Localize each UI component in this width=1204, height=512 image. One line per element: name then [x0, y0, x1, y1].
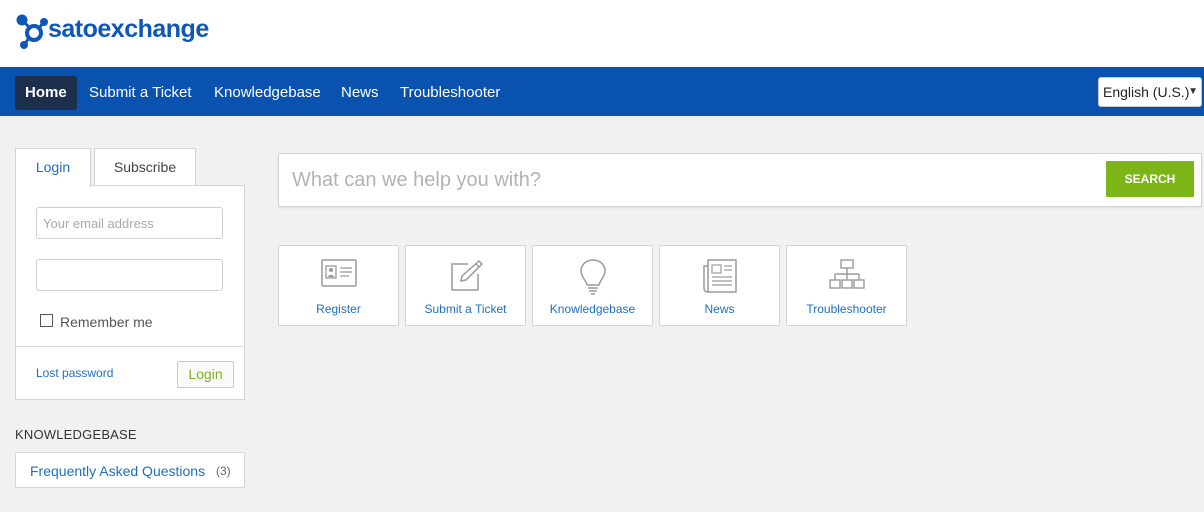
edit-icon — [450, 259, 483, 291]
divider — [16, 346, 244, 347]
lost-password-link[interactable]: Lost password — [36, 366, 113, 380]
nav-submit-ticket[interactable]: Submit a Ticket — [79, 76, 202, 110]
tile-knowledgebase-label: Knowledgebase — [549, 302, 636, 316]
main-navbar: Home Submit a Ticket Knowledgebase News … — [0, 67, 1204, 116]
nav-troubleshooter[interactable]: Troubleshooter — [390, 76, 510, 110]
tab-login[interactable]: Login — [15, 148, 91, 187]
nav-knowledgebase[interactable]: Knowledgebase — [204, 76, 331, 110]
tile-submit-ticket[interactable]: Submit a Ticket — [405, 245, 526, 326]
password-field[interactable] — [36, 259, 223, 291]
nav-home[interactable]: Home — [15, 76, 77, 110]
email-field[interactable] — [36, 207, 223, 239]
tile-news-label: News — [704, 302, 735, 316]
login-button[interactable]: Login — [177, 361, 234, 388]
list-item[interactable]: Frequently Asked Questions (3) — [15, 452, 245, 488]
nav-news[interactable]: News — [331, 76, 389, 110]
lightbulb-icon — [579, 259, 606, 295]
tile-submit-ticket-label: Submit a Ticket — [424, 302, 507, 316]
remember-me-checkbox[interactable] — [40, 313, 53, 327]
id-card-icon — [320, 259, 357, 287]
tile-troubleshooter-label: Troubleshooter — [806, 302, 887, 316]
kb-item-count: (3) — [216, 464, 231, 478]
tile-register[interactable]: Register — [278, 245, 399, 326]
brand-logo[interactable]: satoexchange — [14, 12, 209, 52]
logo-text: satoexchange — [48, 14, 209, 43]
page-header: satoexchange — [0, 0, 1204, 67]
remember-me[interactable]: Remember me — [40, 313, 153, 330]
tile-troubleshooter[interactable]: Troubleshooter — [786, 245, 907, 326]
tile-register-label: Register — [316, 302, 361, 316]
language-select[interactable]: English (U.S.) ▼ — [1098, 77, 1202, 107]
tile-news[interactable]: News — [659, 245, 780, 326]
newspaper-icon — [702, 259, 737, 293]
tab-subscribe[interactable]: Subscribe — [94, 148, 196, 186]
search-box: SEARCH — [278, 153, 1202, 207]
language-select-value: English (U.S.) — [1103, 84, 1190, 100]
chevron-down-icon: ▼ — [1188, 86, 1198, 97]
knowledgebase-heading: KNOWLEDGEBASE — [15, 427, 137, 442]
search-button[interactable]: SEARCH — [1106, 161, 1194, 197]
sitemap-icon — [828, 259, 865, 289]
search-input[interactable] — [280, 155, 1100, 205]
remember-me-label: Remember me — [60, 314, 153, 330]
logo-icon — [16, 14, 48, 49]
kb-item-label: Frequently Asked Questions — [30, 463, 206, 479]
tile-knowledgebase[interactable]: Knowledgebase — [532, 245, 653, 326]
login-panel: Remember me Lost password Login — [15, 185, 245, 400]
